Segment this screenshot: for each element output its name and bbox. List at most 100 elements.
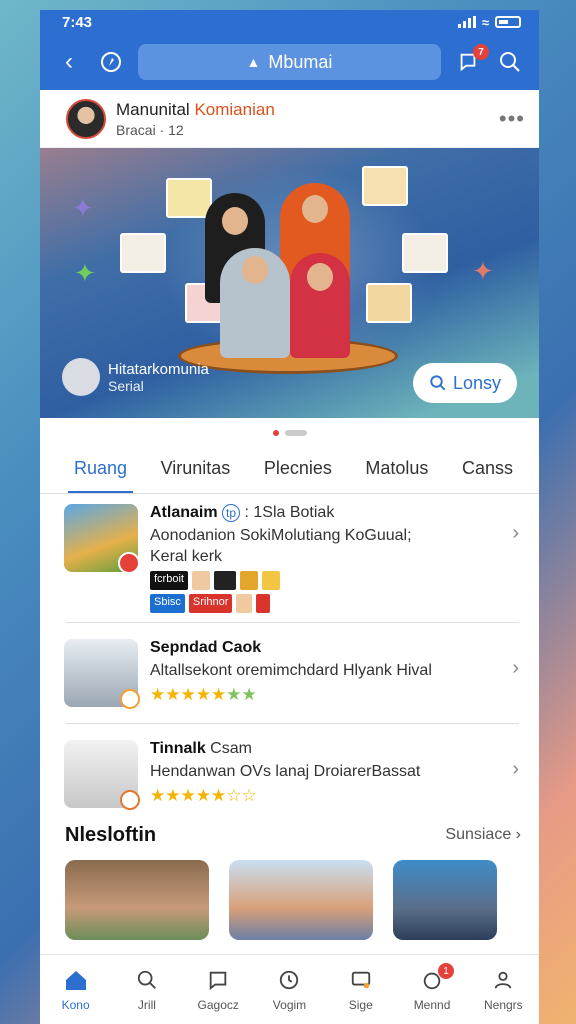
item-title-text: Tinnalk [150, 740, 206, 757]
list-item[interactable]: Tinnalk Csam Hendanwan OVs lanaj Droiare… [40, 724, 539, 810]
item-desc: Hendanwan OVs lanaj DroiarerBassat [150, 763, 421, 780]
nav-chat[interactable]: Gagocz [188, 967, 248, 1012]
item-body: Atlanaim tp : 1Sla Botiak Aonodanion Sok… [150, 504, 521, 622]
profile-name: Manunital Komianian [116, 100, 275, 120]
item-thumbnail [64, 504, 140, 574]
nav-search[interactable]: Jrill [117, 967, 177, 1012]
person-figure [290, 253, 350, 358]
top-bar: 7:43 ≈ ‹ ▲ Mbumai 7 [40, 10, 539, 90]
rating-stars-filled: ★★★★★ [150, 685, 227, 704]
avatar[interactable] [66, 98, 106, 139]
item-title-rest: Csam [210, 740, 252, 757]
profile-text: Manunital Komianian Bracai · 12 [116, 100, 275, 138]
nav-badge: 1 [438, 963, 455, 979]
item-badge-icon [120, 790, 140, 810]
item-title-text: Atlanaim [150, 504, 218, 521]
rating-stars-empty: ☆☆ [226, 786, 257, 805]
item-title: Sepndad Caok [150, 639, 262, 656]
nav-message[interactable]: Sige [331, 967, 391, 1012]
nav-label: Vogim [272, 998, 307, 1012]
notification-badge: 7 [473, 44, 489, 60]
search-icon [430, 375, 446, 391]
tab-ruang[interactable]: Ruang [67, 454, 134, 493]
item-title: Atlanaim tp : 1Sla Botiak [150, 504, 521, 522]
message-icon [348, 967, 374, 993]
chevron-right-icon[interactable]: › [512, 657, 519, 680]
section-see-all[interactable]: Sunsiace › [445, 826, 521, 844]
tag-image [256, 594, 271, 613]
tab-canss[interactable]: Canss [462, 454, 513, 493]
tag[interactable]: fcrboit [150, 571, 188, 590]
star-decoration-icon: ✦ [74, 258, 96, 288]
photo-card[interactable] [393, 860, 497, 940]
banner-user[interactable]: Hitatarkomunia Serial [62, 358, 209, 396]
tag-image [236, 594, 253, 613]
nav-notifications[interactable]: 1 Mennd [402, 963, 462, 1012]
tag-image [261, 571, 280, 590]
search-bar[interactable]: ▲ Mbumai [138, 44, 441, 80]
list-item[interactable]: Sepndad Caok Altallsekont oremimchdard H… [40, 623, 539, 723]
profile-row[interactable]: Manunital Komianian Bracai · 12 ••• [40, 90, 539, 148]
banner-user-name: Hitatarkomunia [108, 360, 209, 378]
content-sheet: Ruang Virunitas Plecnies Matolus Canss A… [40, 418, 539, 1024]
tag-image [191, 571, 210, 590]
hero-banner[interactable]: ✦ ✦ ✦ Hitatarkomunia Serial Lonsy [40, 148, 539, 418]
rating-stars: ★★★★★☆☆ [150, 786, 521, 806]
nav-label: Nengrs [483, 998, 523, 1012]
item-desc-2: Keral kerk [150, 548, 223, 565]
tag[interactable]: Srihnor [188, 594, 233, 613]
rating-stars-filled: ★★★★★ [150, 786, 227, 805]
person-figure [220, 248, 290, 358]
login-label: Lonsy [452, 372, 502, 393]
star-decoration-icon: ✦ [72, 193, 94, 223]
profile-name-first: Manunital [116, 99, 190, 119]
tag-row: fcrboit [150, 571, 521, 590]
tab-virunitas[interactable]: Virunitas [161, 454, 231, 493]
more-icon[interactable]: ••• [499, 106, 525, 132]
star-decoration-icon: ✦ [472, 256, 494, 286]
item-badge-icon [120, 689, 140, 709]
search-icon[interactable] [495, 47, 525, 77]
chevron-right-icon[interactable]: › [512, 522, 519, 545]
tab-matolus[interactable]: Matolus [365, 454, 428, 493]
clock-icon [276, 967, 302, 993]
nav-label: Gagocz [197, 998, 239, 1012]
photo-card[interactable] [65, 860, 209, 940]
nav-home[interactable]: Kono [46, 967, 106, 1012]
login-button[interactable]: Lonsy [413, 363, 517, 403]
notification-icon[interactable]: 7 [453, 44, 489, 77]
tag[interactable]: Sbisc [150, 594, 185, 613]
search-title: Mbumai [268, 51, 333, 72]
signal-icon [457, 16, 476, 28]
wifi-icon: ≈ [481, 14, 489, 30]
rating-stars: ★★★★★★★ [150, 685, 521, 705]
section-header: Nlesloftin Sunsiace › [40, 810, 539, 860]
tag-row: Sbisc Srihnor [150, 594, 521, 613]
tag-image [239, 571, 258, 590]
sticker-image [402, 233, 448, 273]
item-desc: Aonodanion SokiMolutiang KoGuual; [150, 527, 412, 544]
back-icon[interactable]: ‹ [54, 47, 84, 77]
carousel-dot[interactable] [284, 430, 307, 436]
compass-icon[interactable] [96, 47, 126, 77]
people-illustration [205, 183, 365, 358]
nav-clock[interactable]: Vogim [259, 967, 319, 1012]
item-title-rest: : 1Sla Botiak [244, 504, 335, 521]
sticker-image [362, 166, 408, 206]
tab-plecnies[interactable]: Plecnies [264, 454, 332, 493]
photo-card[interactable] [229, 860, 373, 940]
chevron-right-icon[interactable]: › [512, 758, 519, 781]
status-bar: 7:43 ≈ [40, 10, 539, 34]
item-badge-icon [118, 552, 140, 574]
chat-icon [205, 967, 231, 993]
tab-bar: Ruang Virunitas Plecnies Matolus Canss [40, 454, 539, 494]
carousel-dots [40, 418, 539, 436]
item-title: Tinnalk Csam [150, 740, 521, 758]
sticker-image [366, 283, 412, 323]
carousel-dot-active[interactable] [272, 430, 279, 436]
list-item[interactable]: Atlanaim tp : 1Sla Botiak Aonodanion Sok… [40, 494, 539, 622]
chevron-right-icon: › [515, 826, 521, 843]
nav-profile[interactable]: Nengrs [473, 967, 533, 1012]
battery-icon [495, 16, 521, 28]
item-desc: Altallsekont oremimchdard Hlyank Hival [150, 662, 432, 679]
